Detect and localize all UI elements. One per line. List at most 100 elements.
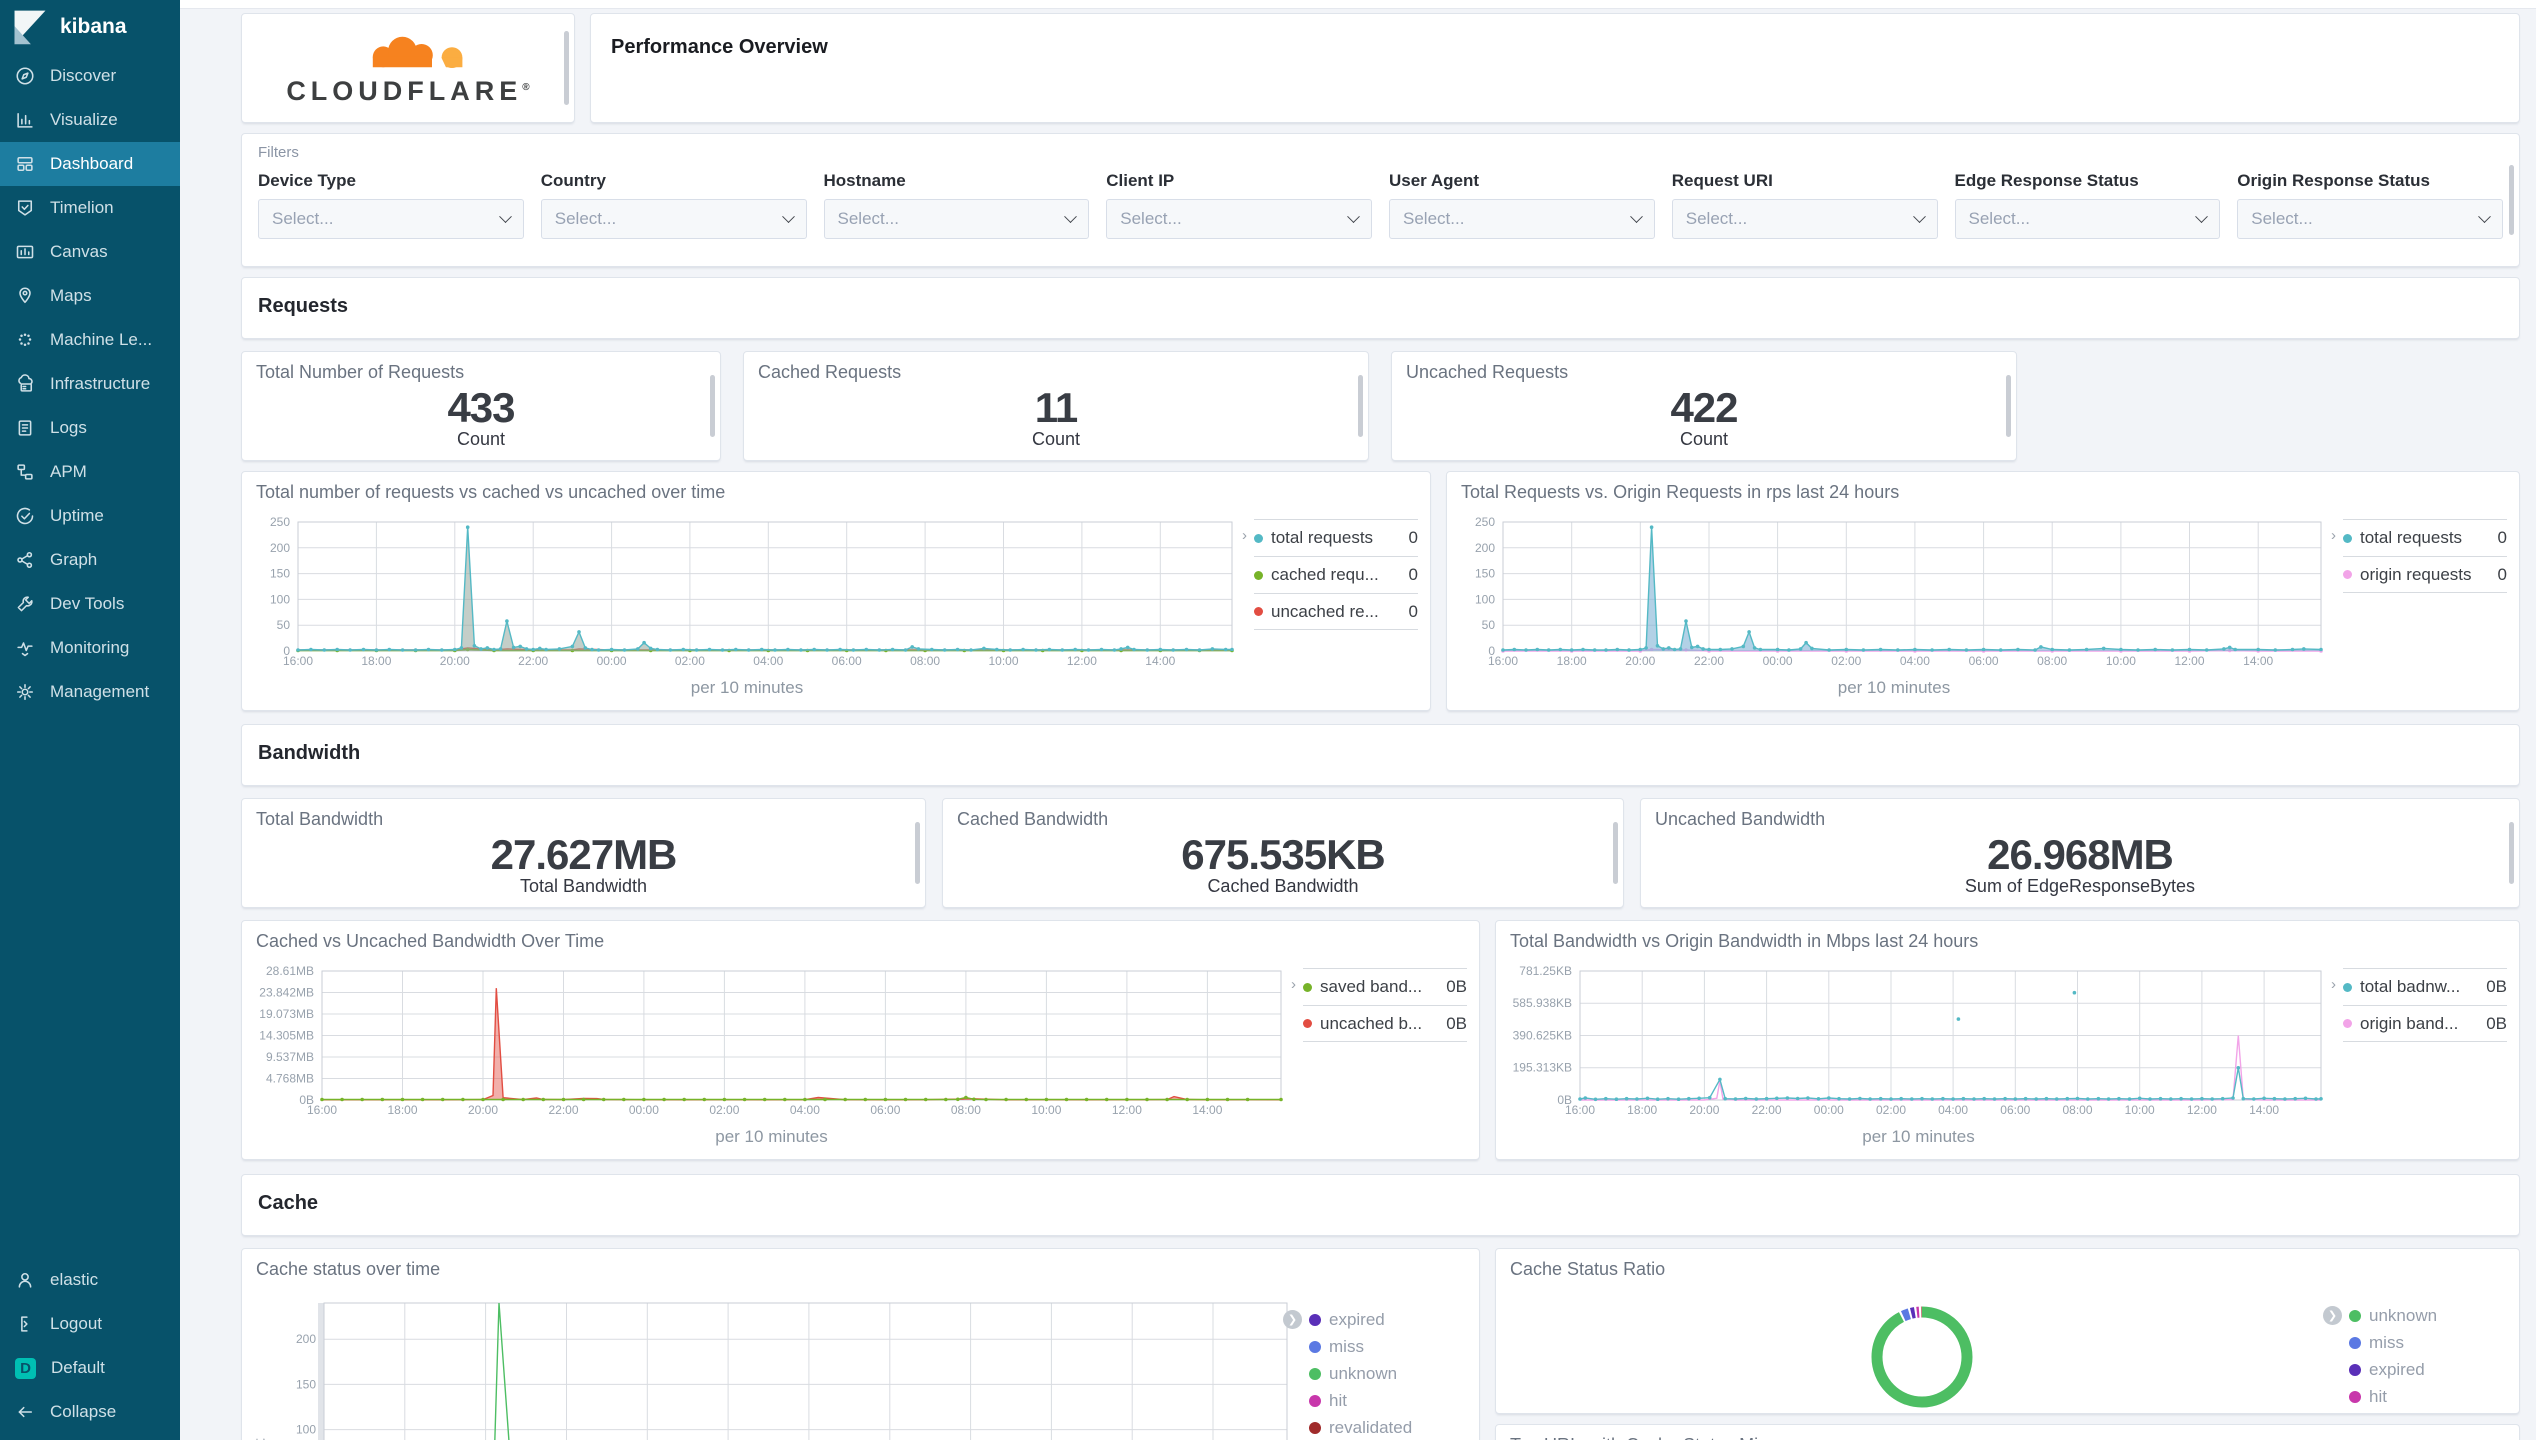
panel-scrollbar[interactable] xyxy=(2006,375,2011,437)
sidebar-item-collapse[interactable]: Collapse xyxy=(0,1390,180,1434)
legend-entry[interactable]: uncached b... 0B xyxy=(1303,1005,1467,1042)
sidebar-item-canvas[interactable]: Canvas xyxy=(0,230,180,274)
sidebar-item-infrastructure[interactable]: Infrastructure xyxy=(0,362,180,406)
sidebar-item-default-space[interactable]: D Default xyxy=(0,1346,180,1390)
svg-text:781.25KB: 781.25KB xyxy=(1519,966,1572,978)
panel-scrollbar[interactable] xyxy=(915,822,920,884)
legend-entry[interactable]: total badnw... 0B xyxy=(2343,968,2507,1005)
svg-text:200: 200 xyxy=(296,1332,316,1346)
legend-entry[interactable]: hit xyxy=(2349,1383,2507,1410)
sidebar-item-timelion[interactable]: Timelion xyxy=(0,186,180,230)
legend-entry[interactable]: revalidated xyxy=(2349,1410,2507,1413)
sidebar-item-monitoring[interactable]: Monitoring xyxy=(0,626,180,670)
filter-request-uri: Request URI Select... xyxy=(1671,165,1938,239)
legend-entry[interactable]: saved band... 0B xyxy=(1303,968,1467,1005)
legend-collapse-icon[interactable]: › xyxy=(2331,527,2336,544)
hostname-select[interactable]: Select... xyxy=(823,199,1090,239)
svg-text:200: 200 xyxy=(1475,541,1495,555)
sidebar-item-management[interactable]: Management xyxy=(0,670,180,714)
svg-text:18:00: 18:00 xyxy=(1627,1103,1657,1117)
sidebar-item-graph[interactable]: Graph xyxy=(0,538,180,582)
panel-scrollbar[interactable] xyxy=(710,375,715,437)
svg-text:08:00: 08:00 xyxy=(2062,1103,2092,1117)
legend-entry[interactable]: total requests 0 xyxy=(1254,519,1418,556)
legend-collapse-icon[interactable]: › xyxy=(1242,527,1247,544)
svg-text:150: 150 xyxy=(270,567,290,581)
legend-dot xyxy=(1303,1019,1312,1028)
sidebar-item-logout[interactable]: Logout xyxy=(0,1302,180,1346)
cache-status-ratio-donut[interactable] xyxy=(1870,1305,1974,1409)
canvas-icon xyxy=(16,245,34,259)
svg-text:16:00: 16:00 xyxy=(1488,654,1518,668)
x-axis-label: per 10 minutes xyxy=(1862,1127,1975,1146)
user-agent-select[interactable]: Select... xyxy=(1389,199,1655,239)
bandwidth-vs-origin-chart[interactable]: 0B 195.313KB 390.625KB 585.938KB 781.25KB 16:… xyxy=(1508,964,2329,1118)
legend-entry[interactable]: unknown xyxy=(1309,1360,1467,1387)
legend-dot xyxy=(2349,1390,2361,1403)
legend-entry[interactable]: hit xyxy=(1309,1387,1467,1414)
legend-collapse-icon[interactable]: › xyxy=(1291,976,1296,993)
x-axis-label: per 10 minutes xyxy=(1837,678,1951,697)
sidebar-item-maps[interactable]: Maps xyxy=(0,274,180,318)
svg-text:195.313KB: 195.313KB xyxy=(1513,1061,1572,1075)
legend-collapse-icon[interactable]: › xyxy=(2331,976,2336,993)
legend-entry[interactable]: uncached re... 0 xyxy=(1254,593,1418,630)
legend-entry[interactable]: total requests 0 xyxy=(2343,519,2507,556)
legend-entry[interactable]: miss xyxy=(2349,1329,2507,1356)
device-type-select[interactable]: Select... xyxy=(258,199,524,239)
requests-vs-origin-chart[interactable]: 0 50 100 150 200 250 16:00 18:00 20:00 22:00 00:00… xyxy=(1459,515,2329,669)
metric-unit: Count xyxy=(1031,429,1081,450)
svg-text:14:00: 14:00 xyxy=(2243,654,2273,668)
cache-status-over-time-chart[interactable]: 05010015020016:0018:0020:0022:0000:0002:… xyxy=(268,1298,1295,1440)
dashboard-main: CLOUDFLARE® Performance Overview Filters… xyxy=(180,0,2536,1440)
client-ip-select[interactable]: Select... xyxy=(1106,199,1372,239)
legend-entry[interactable]: origin requests 0 xyxy=(2343,556,2507,593)
sidebar-footer: elastic Logout D Default Collapse xyxy=(0,1258,180,1440)
filter-label: User Agent xyxy=(1389,171,1480,190)
maps-icon xyxy=(19,287,31,304)
legend-label: uncached re... xyxy=(1271,601,1379,621)
legend-entry[interactable]: expired xyxy=(1309,1306,1467,1333)
panel-scrollbar[interactable] xyxy=(1358,375,1363,437)
legend-collapse-icon[interactable]: ❯ xyxy=(1283,1310,1302,1329)
origin-response-status-select[interactable]: Select... xyxy=(2237,199,2503,239)
svg-text:02:00: 02:00 xyxy=(675,654,705,668)
sidebar-item-dashboard[interactable]: Dashboard xyxy=(0,142,180,186)
legend-entry[interactable]: unknown xyxy=(2349,1302,2507,1329)
legend-label: saved band... xyxy=(1320,977,1423,996)
legend-collapse-icon[interactable]: ❯ xyxy=(2323,1306,2342,1325)
edge-response-status-select[interactable]: Select... xyxy=(1954,199,2221,239)
legend-entry[interactable]: origin band... 0B xyxy=(2343,1005,2507,1042)
panel-scrollbar[interactable] xyxy=(564,31,569,105)
country-select[interactable]: Select... xyxy=(540,199,807,239)
select-placeholder: Select... xyxy=(1120,209,1182,228)
request-uri-select[interactable]: Select... xyxy=(1671,199,1938,239)
sidebar-item-uptime[interactable]: Uptime xyxy=(0,494,180,538)
legend-entry[interactable]: cached requ... 0 xyxy=(1254,556,1418,593)
legend-value: 0 xyxy=(1408,601,1418,621)
graph-icon xyxy=(17,551,33,569)
dashboard-icon xyxy=(17,156,33,172)
legend-value: 0 xyxy=(2497,564,2507,584)
sidebar-item-machine-learning[interactable]: Machine Le... xyxy=(0,318,180,362)
sidebar: kibana Discover Visualize Dashboard Time… xyxy=(0,0,180,1440)
sidebar-item-logs[interactable]: Logs xyxy=(0,406,180,450)
bandwidth-over-time-chart[interactable]: 0B 4.768MB 9.537MB 14.305MB 19.073MB 23.842MB… xyxy=(254,964,1289,1118)
legend: › total requests 0 cached requ... 0 uncached… xyxy=(1240,519,1418,698)
sidebar-item-discover[interactable]: Discover xyxy=(0,54,180,98)
requests-over-time-chart[interactable]: 0 50 100 150 200 250 16:00 18:00 20:00 22:00 00:00… xyxy=(254,515,1240,669)
sidebar-item-visualize[interactable]: Visualize xyxy=(0,98,180,142)
performance-overview-panel: Performance Overview xyxy=(590,13,2520,123)
sidebar-item-apm[interactable]: APM xyxy=(0,450,180,494)
sidebar-item-dev-tools[interactable]: Dev Tools xyxy=(0,582,180,626)
panel-scrollbar[interactable] xyxy=(2509,822,2514,884)
panel-scrollbar[interactable] xyxy=(2509,165,2514,235)
legend-entry[interactable]: miss xyxy=(1309,1333,1467,1360)
svg-text:100: 100 xyxy=(1475,592,1495,606)
sidebar-item-elastic-user[interactable]: elastic xyxy=(0,1258,180,1302)
panel-scrollbar[interactable] xyxy=(1613,822,1618,884)
legend-entry[interactable]: revalidated xyxy=(1309,1414,1467,1440)
legend-entry[interactable]: expired xyxy=(2349,1356,2507,1383)
sidebar-item-label: Default xyxy=(51,1358,105,1377)
kibana-logo[interactable]: kibana xyxy=(0,0,180,54)
